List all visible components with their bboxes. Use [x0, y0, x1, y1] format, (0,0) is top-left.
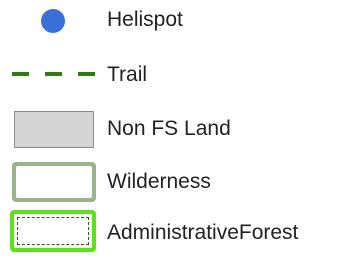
- trail-dash: [78, 72, 95, 76]
- map-legend: Helispot Trail Non FS Land Wilderness Ad…: [0, 0, 357, 256]
- administrative-forest-swatch-fill: [14, 214, 92, 248]
- legend-item-trail: Trail: [0, 53, 357, 93]
- legend-label-administrative-forest: AdministrativeForest: [107, 221, 299, 244]
- legend-item-helispot: Helispot: [0, 0, 357, 40]
- legend-item-administrative-forest: AdministrativeForest: [0, 210, 357, 252]
- wilderness-swatch-fill: [16, 166, 92, 198]
- helispot-icon: [41, 9, 65, 33]
- legend-label-trail: Trail: [107, 63, 148, 86]
- trail-dash: [45, 72, 62, 76]
- trail-dash: [12, 72, 29, 76]
- wilderness-swatch-icon: [12, 162, 96, 202]
- legend-label-wilderness: Wilderness: [107, 170, 211, 193]
- administrative-forest-dashed-border: [17, 217, 89, 245]
- trail-line-icon: [12, 72, 95, 76]
- legend-label-helispot: Helispot: [107, 8, 183, 31]
- legend-item-non-fs-land: Non FS Land: [0, 107, 357, 148]
- non-fs-land-swatch-icon: [14, 111, 94, 148]
- administrative-forest-swatch-icon: [10, 210, 96, 252]
- legend-item-wilderness: Wilderness: [0, 160, 357, 202]
- legend-label-non-fs-land: Non FS Land: [107, 117, 231, 140]
